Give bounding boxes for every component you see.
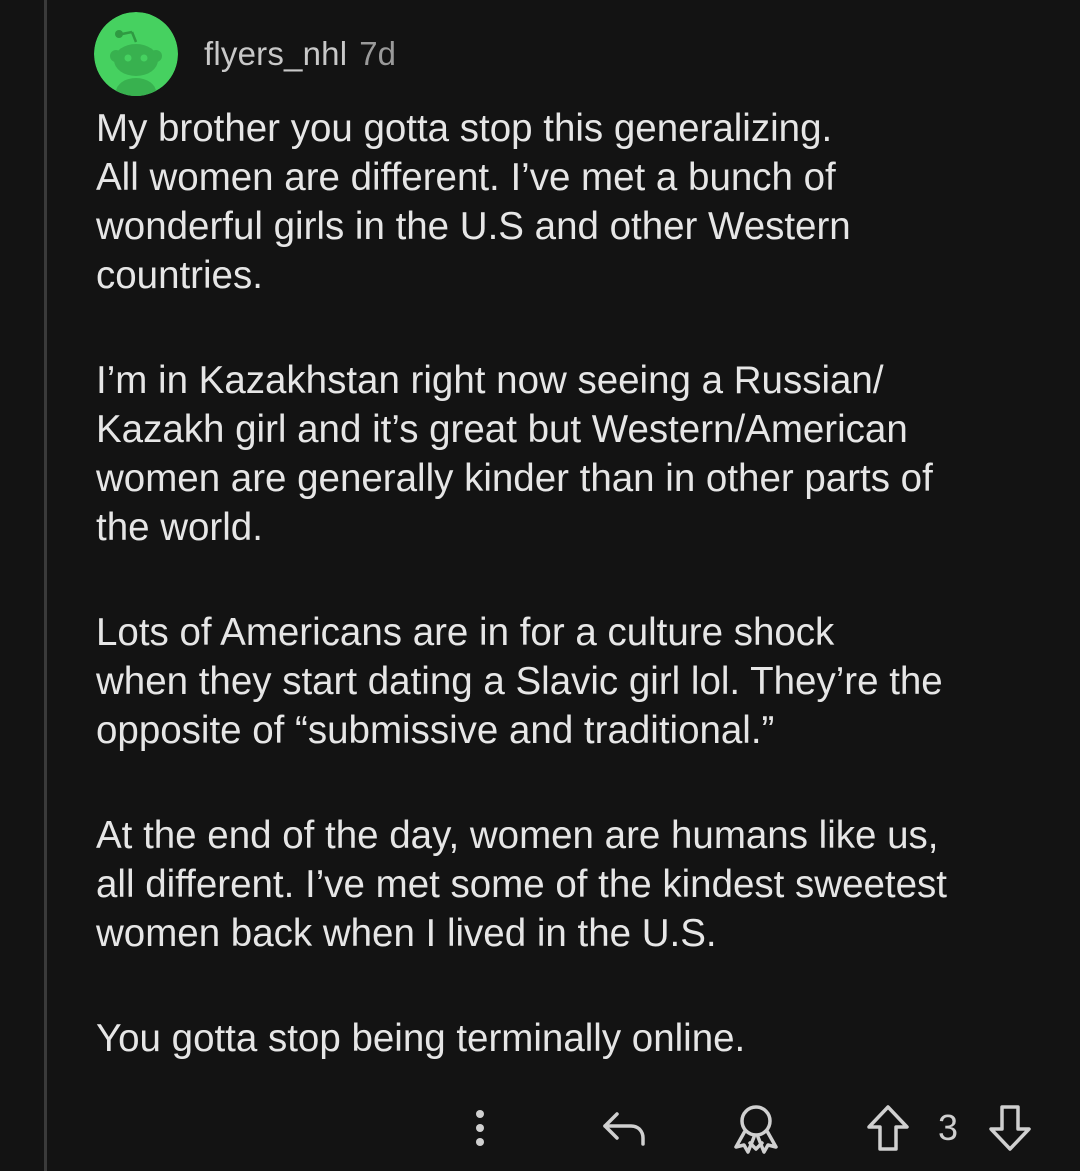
vote-count-value: 3 [937,1107,959,1148]
comment-body: My brother you gotta stop this generaliz… [96,104,1036,1063]
reply-button[interactable] [596,1098,652,1158]
upvote-button[interactable] [862,1098,914,1158]
comment-header: flyers_nhl 7d [94,12,1046,96]
comment-paragraph: My brother you gotta stop this generaliz… [96,107,851,297]
more-options-button[interactable] [460,1098,500,1158]
award-button[interactable] [726,1098,786,1158]
comment-paragraph: At the end of the day, women are humans … [96,814,947,955]
vote-count: 3 [928,1098,968,1158]
more-vertical-icon [476,1110,484,1146]
comment-actions: 3 [0,1098,1080,1158]
award-icon [734,1105,778,1154]
username[interactable]: flyers_nhl [204,35,347,73]
thread-line[interactable] [44,0,47,1171]
comment-paragraph: I’m in Kazakhstan right now seeing a Rus… [96,359,933,549]
comment: flyers_nhl 7d My brother you gotta stop … [94,12,1046,1063]
reply-arrow-icon [603,1112,645,1146]
upvote-arrow-icon [867,1105,909,1151]
downvote-arrow-icon [989,1105,1031,1151]
downvote-button[interactable] [984,1098,1036,1158]
snoo-avatar-icon[interactable] [94,12,178,96]
comment-age: 7d [359,35,396,72]
comment-paragraph: You gotta stop being terminally online. [96,1017,746,1060]
comment-paragraph: Lots of Americans are in for a culture s… [96,611,943,752]
